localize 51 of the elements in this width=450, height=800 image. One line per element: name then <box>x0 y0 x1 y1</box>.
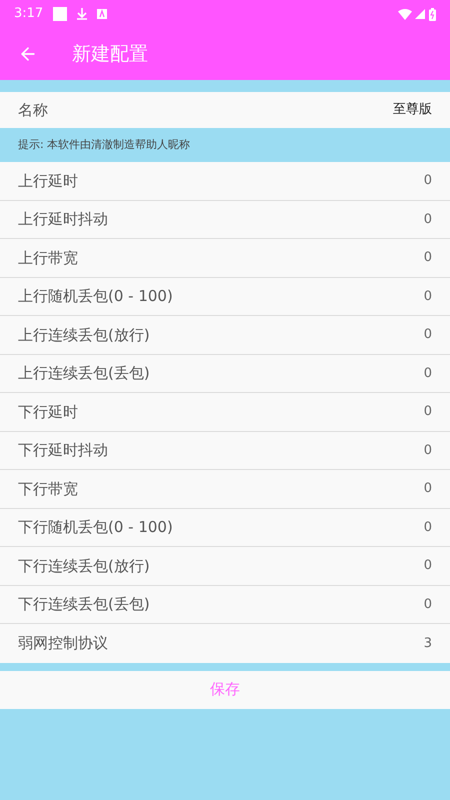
app-notification-icon <box>97 9 108 19</box>
setting-label: 下行延时抖动 <box>18 440 108 461</box>
setting-label: 上行延时 <box>18 170 78 192</box>
setting-label: 弱网控制协议 <box>18 633 108 654</box>
download-icon <box>77 8 88 20</box>
setting-label: 下行带宽 <box>18 478 78 500</box>
signal-icon <box>415 9 425 19</box>
name-row[interactable]: 名称 至尊版 <box>0 92 450 128</box>
setting-value: 0 <box>424 326 432 344</box>
setting-value: 0 <box>424 480 432 498</box>
name-label: 名称 <box>18 100 48 121</box>
page-title: 新建配置 <box>72 42 148 67</box>
setting-value: 0 <box>424 172 432 190</box>
setting-label: 上行连续丢包(丢包) <box>18 363 150 384</box>
battery-icon <box>429 8 436 20</box>
setting-value: 0 <box>424 596 432 614</box>
setting-row[interactable]: 弱网控制协议 3 <box>0 624 450 662</box>
setting-row[interactable]: 上行延时抖动 0 <box>0 200 450 239</box>
wifi-icon <box>398 8 412 20</box>
setting-row[interactable]: 下行延时 0 <box>0 393 450 432</box>
setting-value: 0 <box>424 288 432 306</box>
setting-row[interactable]: 下行带宽 0 <box>0 470 450 508</box>
setting-row[interactable]: 下行延时抖动 0 <box>0 432 450 470</box>
notification-icon <box>53 7 68 21</box>
setting-label: 下行随机丢包(0 - 100) <box>18 517 173 538</box>
setting-label: 上行随机丢包(0 - 100) <box>18 286 173 307</box>
setting-label: 上行延时抖动 <box>18 209 108 230</box>
setting-value: 0 <box>424 364 432 382</box>
setting-value: 0 <box>424 518 432 536</box>
setting-row[interactable]: 上行连续丢包(放行) 0 <box>0 316 450 354</box>
setting-row[interactable]: 上行延时 0 <box>0 162 450 200</box>
hint-text: 提示: 本软件由清澈制造帮助人昵称 <box>18 136 190 153</box>
setting-value: 0 <box>424 249 432 267</box>
setting-row[interactable]: 下行连续丢包(放行) 0 <box>0 547 450 586</box>
setting-label: 上行带宽 <box>18 248 78 268</box>
setting-label: 上行连续丢包(放行) <box>18 324 150 346</box>
setting-value: 3 <box>424 634 432 652</box>
setting-label: 下行连续丢包(丢包) <box>18 594 150 615</box>
setting-label: 下行延时 <box>18 402 78 422</box>
setting-row[interactable]: 上行带宽 0 <box>0 239 450 278</box>
name-value: 至尊版 <box>393 101 432 120</box>
setting-row[interactable]: 下行连续丢包(丢包) 0 <box>0 586 450 624</box>
setting-value: 0 <box>424 210 432 228</box>
status-time: 3:17 <box>14 5 44 24</box>
setting-row[interactable]: 下行随机丢包(0 - 100) 0 <box>0 508 450 547</box>
setting-label: 下行连续丢包(放行) <box>18 556 150 576</box>
setting-value: 0 <box>424 403 432 421</box>
setting-row[interactable]: 上行随机丢包(0 - 100) 0 <box>0 278 450 316</box>
setting-value: 0 <box>424 442 432 460</box>
setting-row[interactable]: 上行连续丢包(丢包) 0 <box>0 354 450 393</box>
setting-value: 0 <box>424 557 432 575</box>
